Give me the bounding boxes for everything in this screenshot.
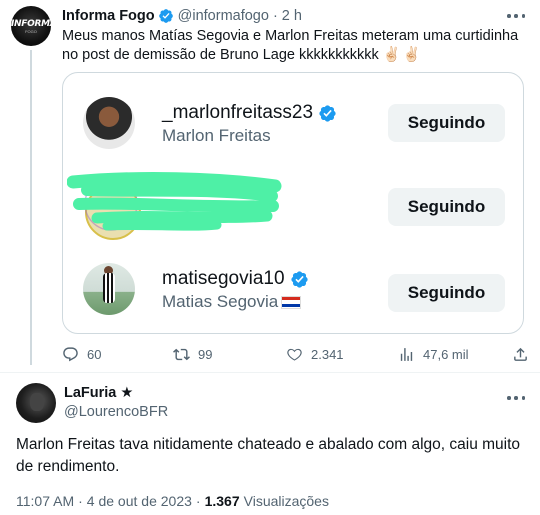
following-button[interactable]: Seguindo [388,274,505,312]
profile-avatar-marlon [83,97,135,149]
verified-badge-icon [158,9,173,23]
redaction-scribble [67,172,282,240]
tweet-main[interactable]: INFORMA FOGO Informa Fogo @informafogo ·… [0,0,540,372]
reply-meta: 11:07 AM · 4 de out de 2023 · 1.367 Visu… [16,493,333,509]
following-button[interactable]: Seguindo [388,188,505,226]
profile-display-name: Marlon Freitas [162,126,271,145]
views-count: 47,6 mil [423,347,469,362]
reply-author-name[interactable]: LaFuria ★ [64,385,133,401]
tweet-time[interactable]: 2 h [282,8,302,24]
like-action[interactable]: 2.341 [286,346,344,363]
header-separator: · [272,8,278,24]
attached-image-card[interactable]: _marlonfreitass23 Marlon Freitas Seguind… [62,72,524,334]
heart-icon [287,348,302,361]
reply-date[interactable]: 4 de out de 2023 [87,493,192,509]
tweet-text: Meus manos Matías Segovia e Marlon Freit… [62,27,522,65]
reply-time[interactable]: 11:07 AM [16,493,74,509]
display-name-text: Matias Segovia [162,292,279,311]
profile-row-3[interactable]: matisegovia10 Matias Segovia Seguindo [63,253,523,333]
peace-emoji: ✌🏻✌🏻 [382,47,423,63]
profile-row-2[interactable]: Seguindo [63,168,523,250]
username-text: _marlonfreitass23 [162,102,314,123]
author-handle[interactable]: @informafogo [178,8,269,24]
tweet-divider [0,372,540,373]
reply-text: Marlon Freitas tava nitidamente chateado… [16,436,521,475]
reply-views-count: 1.367 [204,493,240,509]
reply-action[interactable]: 60 [62,346,101,363]
reply-views-label: Visualizações [243,493,329,509]
paraguay-flag-icon [281,295,302,309]
more-options-icon[interactable] [507,390,525,406]
profile-row-1[interactable]: _marlonfreitass23 Marlon Freitas Seguind… [63,83,523,165]
reply-author-handle[interactable]: @LourencoBFR [64,404,168,420]
reply-author-avatar[interactable] [16,383,56,423]
profile-display-name: Matias Segovia [162,292,302,312]
retweet-count: 99 [198,347,213,362]
avatar-logo-subtext: FOGO [25,29,37,34]
share-icon [514,347,527,361]
author-name[interactable]: Informa Fogo [62,8,155,24]
retweet-action[interactable]: 99 [173,346,212,363]
following-button[interactable]: Seguindo [388,104,505,142]
profile-username: _marlonfreitass23 [162,102,337,124]
profile-avatar-segovia [83,263,135,315]
username-text: matisegovia10 [162,268,285,289]
retweet-icon [173,348,190,361]
more-options-icon[interactable] [507,8,525,24]
views-action[interactable]: 47,6 mil [398,346,469,363]
thread-line [30,50,32,365]
reply-count: 60 [87,347,102,362]
tweet-header: Informa Fogo @informafogo · 2 h [62,7,302,25]
avatar-logo-text: INFORMA [11,19,51,29]
verified-badge-icon [319,104,336,122]
tweet-body: Meus manos Matías Segovia e Marlon Freit… [62,28,519,63]
reply-icon [63,347,78,362]
verified-badge-icon [290,270,308,288]
author-avatar[interactable]: INFORMA FOGO [11,6,51,46]
profile-username: matisegovia10 [162,268,309,290]
tweet-actions: 60 99 2.341 47,6 mil [62,346,532,366]
share-action[interactable] [512,346,537,363]
like-count: 2.341 [311,347,344,362]
views-chart-icon [400,348,413,361]
meta-separator: · [78,493,83,509]
meta-separator-2: · [195,493,201,509]
